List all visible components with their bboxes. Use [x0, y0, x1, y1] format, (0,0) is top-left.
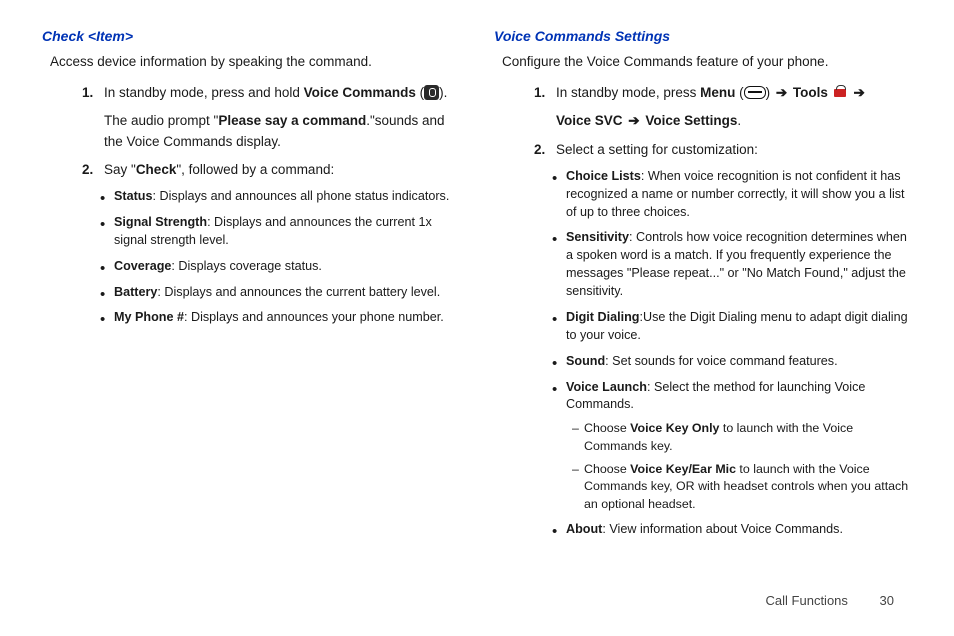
bold-text: Voice Key/Ear Mic	[630, 462, 736, 476]
list-item: Battery: Displays and announces the curr…	[100, 284, 460, 302]
bold-text: Voice Settings	[645, 113, 737, 128]
bold-text: Menu	[700, 85, 735, 100]
bold-text: Voice Launch	[566, 380, 647, 394]
left-step-2: 2. Say "Check", followed by a command: S…	[82, 160, 460, 328]
text: Select a setting for customization:	[556, 140, 912, 160]
list-item: Signal Strength: Displays and announces …	[100, 214, 460, 250]
bold-text: Battery	[114, 285, 157, 299]
left-heading: Check <Item>	[42, 28, 460, 44]
arrow-icon: ➔	[776, 83, 787, 103]
bold-text: Sensitivity	[566, 230, 629, 244]
page-number: 30	[880, 593, 894, 608]
left-intro: Access device information by speaking th…	[50, 54, 460, 69]
bold-text: Choice Lists	[566, 169, 641, 183]
text: Choose	[584, 462, 630, 476]
text: : Displays coverage status.	[171, 259, 322, 273]
bold-text: Tools	[793, 85, 828, 100]
text: : Displays and announces all phone statu…	[153, 189, 450, 203]
bold-text: Signal Strength	[114, 215, 207, 229]
right-intro: Configure the Voice Commands feature of …	[502, 54, 912, 69]
list-item: Status: Displays and announces all phone…	[100, 188, 460, 206]
bold-text: Voice SVC	[556, 113, 623, 128]
list-item: Choose Voice Key/Ear Mic to launch with …	[572, 461, 912, 513]
list-item: Digit Dialing:Use the Digit Dialing menu…	[552, 309, 912, 345]
list-item: My Phone #: Displays and announces your …	[100, 309, 460, 327]
text: Say "	[104, 162, 136, 177]
right-step-1: 1. In standby mode, press Menu () ➔ Tool…	[534, 83, 912, 132]
bold-text: Please say a command	[218, 113, 366, 128]
left-column: Check <Item> Access device information b…	[42, 28, 460, 547]
bold-text: My Phone #	[114, 310, 184, 324]
list-item: Voice Launch: Select the method for laun…	[552, 379, 912, 514]
tools-icon	[832, 85, 848, 99]
text: : Displays and announces your phone numb…	[184, 310, 444, 324]
right-step-2: 2. Select a setting for customization: C…	[534, 140, 912, 539]
text: ", followed by a command:	[176, 162, 334, 177]
menu-icon	[744, 86, 766, 99]
bold-text: Digit Dialing	[566, 310, 639, 324]
arrow-icon: ➔	[628, 111, 639, 131]
text: : Displays and announces the current bat…	[157, 285, 440, 299]
footer-section: Call Functions	[766, 593, 848, 608]
bold-text: Voice Commands	[304, 85, 416, 100]
list-item: Sensitivity: Controls how voice recognit…	[552, 229, 912, 301]
arrow-icon: ➔	[853, 83, 864, 103]
left-step-1: 1. In standby mode, press and hold Voice…	[82, 83, 460, 152]
text: : View information about Voice Commands.	[602, 522, 843, 536]
bold-text: Coverage	[114, 259, 171, 273]
right-column: Voice Commands Settings Configure the Vo…	[494, 28, 912, 547]
bold-text: Check	[136, 162, 177, 177]
bold-text: Sound	[566, 354, 605, 368]
text: In standby mode, press and hold	[104, 85, 304, 100]
voice-commands-icon	[424, 85, 439, 100]
list-item: Choice Lists: When voice recognition is …	[552, 168, 912, 222]
bold-text: About	[566, 522, 602, 536]
text: : Set sounds for voice command features.	[605, 354, 837, 368]
text: Choose	[584, 421, 630, 435]
list-item: About: View information about Voice Comm…	[552, 521, 912, 539]
text: ).	[439, 85, 447, 100]
list-item: Choose Voice Key Only to launch with the…	[572, 420, 912, 455]
list-item: Sound: Set sounds for voice command feat…	[552, 353, 912, 371]
page-footer: Call Functions 30	[766, 593, 894, 608]
list-item: Coverage: Displays coverage status.	[100, 258, 460, 276]
text: The audio prompt "	[104, 113, 218, 128]
text: (	[416, 85, 424, 100]
text: In standby mode, press	[556, 85, 700, 100]
right-heading: Voice Commands Settings	[494, 28, 912, 44]
bold-text: Status	[114, 189, 153, 203]
bold-text: Voice Key Only	[630, 421, 719, 435]
